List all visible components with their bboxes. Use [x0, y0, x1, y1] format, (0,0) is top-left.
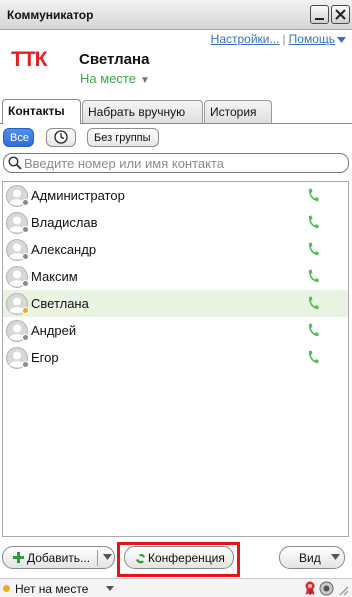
search-icon: [8, 156, 22, 170]
tab-manual-dial[interactable]: Набрать вручную: [82, 100, 203, 123]
filter-recent-button[interactable]: [46, 128, 76, 147]
avatar: [6, 292, 29, 315]
search-box: [3, 153, 349, 173]
call-phone-icon[interactable]: [307, 296, 319, 313]
filter-all-label: Все: [10, 132, 29, 144]
call-phone-icon[interactable]: [307, 323, 319, 340]
chevron-down-icon[interactable]: [103, 554, 112, 560]
svg-text:ТТК: ТТК: [11, 48, 48, 68]
contact-name: Владислав: [31, 215, 98, 230]
presence-dot: [22, 252, 29, 260]
presence-dot: [22, 198, 29, 206]
award-icon[interactable]: [303, 581, 317, 596]
presence-dot: [22, 306, 29, 314]
call-phone-icon[interactable]: [307, 242, 319, 259]
help-link[interactable]: Помощь: [289, 32, 335, 46]
presence-dot: [22, 333, 29, 341]
search-input[interactable]: [24, 155, 342, 171]
avatar: [6, 211, 29, 234]
clock-icon: [54, 130, 68, 144]
contact-name: Светлана: [31, 296, 89, 311]
call-phone-icon[interactable]: [307, 269, 319, 286]
status-bar: Нет на месте: [0, 578, 352, 597]
close-icon: [335, 9, 346, 20]
call-phone-icon[interactable]: [307, 215, 319, 232]
close-button[interactable]: [331, 5, 350, 24]
presence-dot: [22, 360, 29, 368]
conference-highlight-box: [117, 542, 240, 577]
contact-row[interactable]: Александр: [3, 236, 348, 263]
tab-label: Набрать вручную: [88, 105, 186, 119]
user-name: Светлана: [79, 51, 150, 68]
view-button[interactable]: Вид: [279, 546, 345, 569]
chevron-down-icon[interactable]: [337, 36, 346, 43]
link-separator: |: [282, 32, 286, 46]
ttk-logo: ТТК: [11, 48, 49, 68]
avatar: [6, 184, 29, 207]
resize-grip-icon[interactable]: [338, 585, 349, 596]
minimize-button[interactable]: [310, 5, 329, 24]
contact-row[interactable]: Егор: [3, 344, 348, 371]
filter-no-group-button[interactable]: Без группы: [87, 128, 159, 147]
avatar: [6, 319, 29, 342]
filter-no-group-label: Без группы: [94, 132, 151, 144]
chevron-down-icon: ▼: [139, 75, 150, 86]
contact-row[interactable]: Светлана: [3, 290, 348, 317]
window-title: Коммуникатор: [7, 8, 94, 22]
tab-history[interactable]: История: [204, 100, 272, 123]
contact-name: Егор: [31, 350, 59, 365]
call-phone-icon[interactable]: [307, 188, 319, 205]
title-bar: Коммуникатор: [0, 0, 352, 30]
plus-icon: [13, 552, 24, 563]
top-links: Настройки... | Помощь: [211, 32, 346, 46]
contact-row[interactable]: Андрей: [3, 317, 348, 344]
view-label: Вид: [299, 551, 321, 565]
filter-all-button[interactable]: Все: [3, 128, 34, 147]
settings-link[interactable]: Настройки...: [211, 32, 280, 46]
presence-dot: [22, 279, 29, 287]
contact-list: Администратор Владислав Александр Максим Све…: [2, 181, 349, 537]
avatar: [6, 238, 29, 261]
filter-bar: Все Без группы: [0, 128, 352, 148]
avatar: [6, 265, 29, 288]
contact-row[interactable]: Максим: [3, 263, 348, 290]
chevron-down-icon[interactable]: [106, 586, 114, 591]
headset-icon[interactable]: [319, 581, 334, 596]
call-phone-icon[interactable]: [307, 350, 319, 367]
away-status-dot: [3, 585, 10, 592]
tab-label: Контакты: [8, 104, 65, 118]
tab-label: История: [210, 105, 257, 119]
avatar: [6, 346, 29, 369]
contact-name: Андрей: [31, 323, 77, 338]
contact-row[interactable]: Администратор: [3, 182, 348, 209]
split-divider: [97, 550, 98, 566]
status-bar-text[interactable]: Нет на месте: [15, 582, 88, 596]
tab-contacts[interactable]: Контакты: [2, 99, 81, 124]
contact-name: Максим: [31, 269, 78, 284]
presence-dot: [22, 225, 29, 233]
contact-row[interactable]: Владислав: [3, 209, 348, 236]
contact-name: Александр: [31, 242, 97, 257]
status-selector[interactable]: На месте ▼: [80, 71, 150, 86]
status-label: На месте: [80, 71, 136, 86]
contact-name: Администратор: [31, 188, 125, 203]
add-label: Добавить...: [27, 551, 91, 565]
chevron-down-icon: [331, 554, 340, 560]
tab-bar: Контакты Набрать вручную История: [0, 99, 352, 124]
add-button[interactable]: Добавить...: [2, 546, 115, 569]
